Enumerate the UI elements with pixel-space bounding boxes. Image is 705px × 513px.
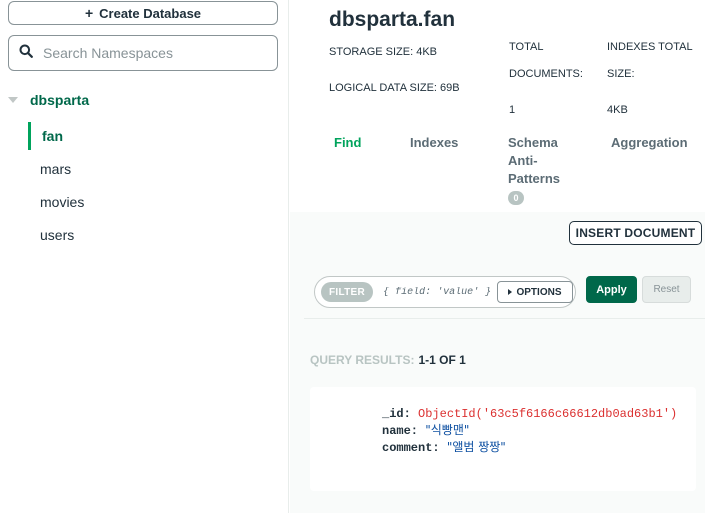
search-namespaces[interactable] <box>8 35 278 71</box>
sidebar-database-dbsparta[interactable]: dbsparta <box>8 90 89 110</box>
logical-data-size: LOGICAL DATA SIZE: 69B <box>329 82 460 94</box>
sidebar-collection-mars[interactable]: mars <box>28 155 278 183</box>
count-badge: 0 <box>508 191 524 205</box>
document-field-id: _id: ObjectId('63c5f6166c66612db0ad63b1'… <box>382 406 696 422</box>
collection-label: movies <box>40 194 85 210</box>
total-documents-label-line1: TOTAL <box>509 41 544 53</box>
field-key: name: <box>382 424 419 438</box>
query-results-summary: QUERY RESULTS: 1-1 OF 1 <box>310 353 466 367</box>
create-database-label: Create Database <box>99 5 202 21</box>
tab-label-line1: Schema <box>508 135 558 150</box>
field-value: "식빵맨" <box>425 423 470 437</box>
create-database-button[interactable]: + Create Database <box>8 1 278 25</box>
collection-title: dbsparta.fan <box>329 8 456 31</box>
indexes-size-label-line2: SIZE: <box>607 68 635 80</box>
caret-down-icon[interactable] <box>8 97 18 103</box>
reset-button[interactable]: Reset <box>642 276 691 303</box>
collection-label: mars <box>40 161 72 177</box>
documents-panel: INSERT DOCUMENT FILTER OPTIONS Apply Res… <box>290 212 705 513</box>
database-name: dbsparta <box>30 92 90 108</box>
divider <box>304 318 705 319</box>
tab-aggregation[interactable]: Aggregation <box>611 134 688 152</box>
field-value: "앨범 짱짱" <box>446 440 506 454</box>
tab-schema-anti-patterns[interactable]: Schema Anti- Patterns 0 <box>508 134 560 206</box>
sidebar-collection-movies[interactable]: movies <box>28 188 278 216</box>
tab-indexes[interactable]: Indexes <box>410 134 458 152</box>
filter-bar: FILTER OPTIONS <box>314 276 576 308</box>
insert-document-button[interactable]: INSERT DOCUMENT <box>569 221 702 245</box>
field-key: _id: <box>382 407 411 421</box>
search-icon <box>19 44 33 63</box>
field-value: ObjectId('63c5f6166c66612db0ad63b1') <box>418 407 678 421</box>
tab-label-line2: Anti- <box>508 153 538 168</box>
collection-label: users <box>40 227 75 243</box>
caret-right-icon <box>508 289 513 295</box>
main-panel: dbsparta.fan STORAGE SIZE: 4KB LOGICAL D… <box>290 0 705 513</box>
indexes-size-label-line1: INDEXES TOTAL <box>607 41 693 53</box>
sidebar-collection-users[interactable]: users <box>28 221 278 249</box>
field-key: comment: <box>382 441 440 455</box>
filter-input[interactable] <box>383 286 492 298</box>
document-field-comment: comment: "앨범 짱짱" <box>382 439 696 456</box>
sidebar-collection-fan[interactable]: fan <box>28 122 278 150</box>
search-input[interactable] <box>43 45 263 61</box>
total-documents-value: 1 <box>509 104 516 116</box>
storage-size: STORAGE SIZE: 4KB <box>329 46 437 58</box>
collection-label: fan <box>42 128 63 144</box>
tab-label-line3: Patterns <box>508 171 561 186</box>
plus-icon: + <box>84 5 94 21</box>
query-results-label: QUERY RESULTS: <box>310 353 415 367</box>
document-card[interactable]: _id: ObjectId('63c5f6166c66612db0ad63b1'… <box>310 387 696 491</box>
options-label: OPTIONS <box>516 286 562 298</box>
sidebar: + Create Database dbsparta fan mars movi… <box>0 0 289 513</box>
filter-pill: FILTER <box>321 282 374 302</box>
query-results-count: 1-1 OF 1 <box>418 353 466 367</box>
apply-button[interactable]: Apply <box>586 276 637 303</box>
total-documents-label-line2: DOCUMENTS: <box>509 68 583 80</box>
tab-find[interactable]: Find <box>334 134 361 152</box>
document-field-name: name: "식빵맨" <box>382 422 696 439</box>
indexes-size-value: 4KB <box>607 104 628 116</box>
options-button[interactable]: OPTIONS <box>497 281 573 303</box>
